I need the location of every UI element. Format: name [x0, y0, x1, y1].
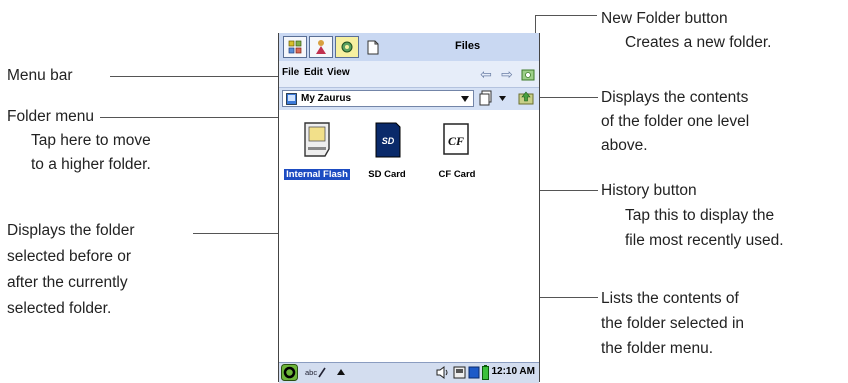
launcher-tab-bar: Files — [279, 33, 539, 61]
new-folder-icon — [521, 69, 535, 81]
tab-document[interactable] — [361, 36, 385, 58]
back-button[interactable]: ⇦ — [476, 64, 496, 84]
history-callout-desc-2: file most recently used. — [625, 232, 784, 249]
tab-settings[interactable] — [335, 36, 359, 58]
chevron-down-icon — [461, 96, 469, 102]
list-callout-2: the folder selected in — [601, 315, 745, 332]
clock: 12:10 AM — [491, 366, 535, 377]
home-icon[interactable] — [281, 364, 298, 381]
menu-bar-leader — [110, 76, 278, 77]
menu-file[interactable]: File — [282, 67, 299, 78]
list-item[interactable]: Internal Flash — [282, 121, 352, 182]
menu-edit[interactable]: Edit — [304, 67, 323, 78]
list-callout-1: Lists the contents of — [601, 290, 739, 307]
list-callout-3: the folder menu. — [601, 340, 714, 357]
taskbar: abc 12:10 AM — [279, 362, 539, 383]
up-folder-callout-2: of the folder one level — [601, 113, 750, 130]
folder-menu-callout-title: Folder menu — [7, 108, 95, 125]
up-folder-callout-3: above. — [601, 137, 648, 154]
zaurus-device-icon — [286, 93, 297, 105]
svg-text:SD: SD — [382, 136, 395, 146]
svg-text:CF: CF — [448, 134, 464, 148]
history-button[interactable] — [477, 89, 507, 108]
history-chevron-icon — [499, 96, 506, 101]
item-label: CF Card — [438, 169, 476, 180]
new-folder-leader — [535, 15, 597, 16]
internal-flash-icon — [304, 122, 330, 157]
back-forward-callout-1: Displays the folder — [7, 222, 135, 239]
files-app-window: Files File Edit View ⇦ ⇨ My Zaurus Inter… — [278, 33, 540, 383]
grid-icon — [288, 40, 302, 54]
new-folder-callout-title: New Folder button — [601, 10, 728, 27]
folder-toolbar: My Zaurus — [279, 88, 539, 110]
document-icon — [367, 40, 379, 54]
up-folder-button[interactable] — [517, 90, 535, 107]
forward-arrow-icon: ⇨ — [501, 65, 513, 82]
new-folder-button[interactable] — [518, 64, 538, 84]
back-arrow-icon: ⇦ — [480, 65, 492, 82]
games-icon — [316, 40, 326, 54]
folder-menu-leader — [100, 117, 278, 118]
list-item[interactable]: SD SD Card — [352, 121, 422, 182]
folder-menu-value: My Zaurus — [301, 93, 352, 104]
history-callout-title: History button — [601, 182, 697, 199]
tab-applications[interactable] — [283, 36, 307, 58]
menu-bar-callout: Menu bar — [7, 67, 73, 84]
item-label: Internal Flash — [284, 169, 350, 180]
app-title: Files — [455, 40, 481, 52]
list-item[interactable]: CF CF Card — [422, 121, 492, 182]
input-method[interactable]: abc — [305, 368, 317, 377]
card-status-icon[interactable] — [453, 366, 466, 379]
item-label: SD Card — [368, 169, 406, 180]
folder-menu-callout-desc-2: to a higher folder. — [31, 156, 151, 173]
battery-icon[interactable] — [482, 365, 489, 380]
menu-view[interactable]: View — [327, 67, 350, 78]
sd-card-icon: SD — [375, 122, 401, 158]
speaker-icon[interactable] — [436, 366, 450, 379]
folder-menu[interactable]: My Zaurus — [282, 90, 474, 107]
forward-button[interactable]: ⇨ — [497, 64, 517, 84]
up-folder-icon — [518, 91, 534, 105]
menu-bar: File Edit View ⇦ ⇨ — [279, 61, 539, 88]
tab-games[interactable] — [309, 36, 333, 58]
up-folder-callout-1: Displays the contents — [601, 89, 749, 106]
back-forward-callout-4: selected folder. — [7, 300, 112, 317]
back-forward-callout-2: selected before or — [7, 248, 132, 265]
history-callout-desc-1: Tap this to display the — [625, 207, 775, 224]
new-folder-callout-desc: Creates a new folder. — [625, 34, 772, 51]
pen-icon — [318, 367, 326, 378]
chevron-up-icon[interactable] — [337, 369, 345, 375]
cf-card-icon: CF — [443, 123, 469, 155]
history-document-icon — [479, 90, 492, 106]
folder-menu-callout-desc-1: Tap here to move — [31, 132, 151, 149]
settings-icon — [341, 41, 353, 53]
back-forward-callout-3: after the currently — [7, 274, 128, 291]
sd-status-icon[interactable] — [468, 366, 480, 379]
